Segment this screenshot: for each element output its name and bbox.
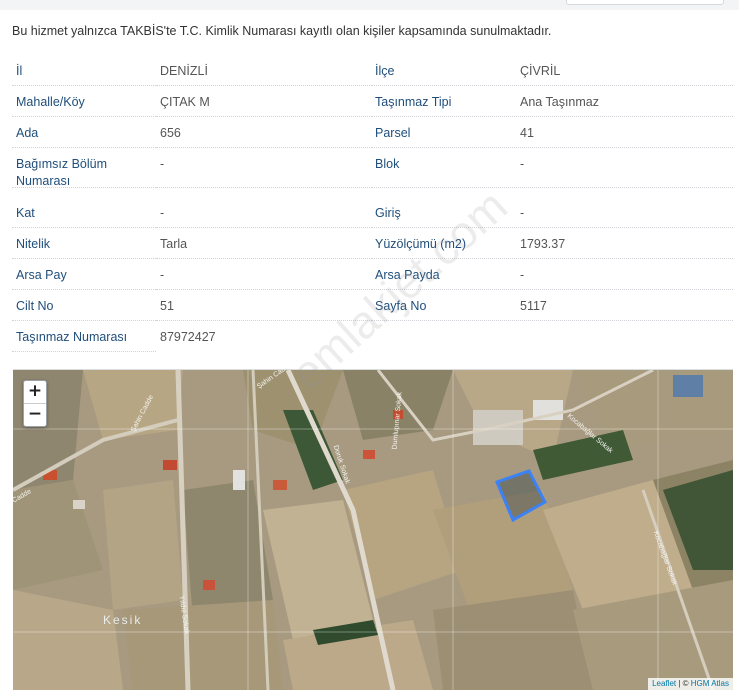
hgm-atlas-link[interactable]: HGM Atlas — [691, 679, 729, 688]
sayfa-no-value: 5117 — [516, 290, 733, 321]
attribution-separator: | © — [676, 679, 691, 688]
leaflet-link[interactable]: Leaflet — [652, 679, 676, 688]
nitelik-label: Nitelik — [12, 228, 156, 259]
kat-value: - — [156, 197, 370, 228]
ada-value: 656 — [156, 117, 370, 148]
nitelik-value: Tarla — [156, 228, 370, 259]
ilce-value: ÇİVRİL — [516, 55, 733, 86]
bagimsiz-bolum-label: Bağımsız Bölüm Numarası — [12, 148, 156, 188]
kat-label: Kat — [12, 197, 156, 228]
ilce-label: İlçe — [371, 55, 515, 86]
parcel-map[interactable]: Kesik Şahin Cadde Şahin Cad Dumlupınar S… — [13, 369, 733, 690]
bagimsiz-bolum-value: - — [156, 148, 370, 188]
mahalle-label: Mahalle/Köy — [12, 86, 156, 117]
giris-value: - — [516, 197, 733, 228]
zoom-in-button[interactable]: + — [24, 381, 46, 403]
blok-label: Blok — [371, 148, 515, 188]
yuzolcumu-value: 1793.37 — [516, 228, 733, 259]
map-attribution: Leaflet | © HGM Atlas — [648, 678, 733, 690]
arsa-pay-value: - — [156, 259, 370, 290]
mahalle-value: ÇITAK M — [156, 86, 370, 117]
il-label: İl — [12, 55, 156, 86]
cilt-no-label: Cilt No — [12, 290, 156, 321]
tasinmaz-tipi-value: Ana Taşınmaz — [516, 86, 733, 117]
zoom-out-button[interactable]: − — [24, 403, 46, 426]
satellite-imagery — [13, 370, 733, 690]
blok-value: - — [516, 148, 733, 188]
search-field[interactable] — [566, 0, 724, 5]
parsel-label: Parsel — [371, 117, 515, 148]
top-strip — [0, 0, 739, 10]
il-value: DENİZLİ — [156, 55, 370, 86]
zoom-control: + − — [23, 380, 47, 427]
arsa-payda-value: - — [516, 259, 733, 290]
parsel-value: 41 — [516, 117, 733, 148]
arsa-pay-label: Arsa Pay — [12, 259, 156, 290]
tasinmaz-tipi-label: Taşınmaz Tipi — [371, 86, 515, 117]
place-label: Kesik — [103, 613, 143, 627]
ada-label: Ada — [12, 117, 156, 148]
notice-text: Bu hizmet yalnızca TAKBİS'te T.C. Kimlik… — [12, 24, 552, 38]
tasinmaz-numarasi-label: Taşınmaz Numarası — [12, 321, 156, 352]
